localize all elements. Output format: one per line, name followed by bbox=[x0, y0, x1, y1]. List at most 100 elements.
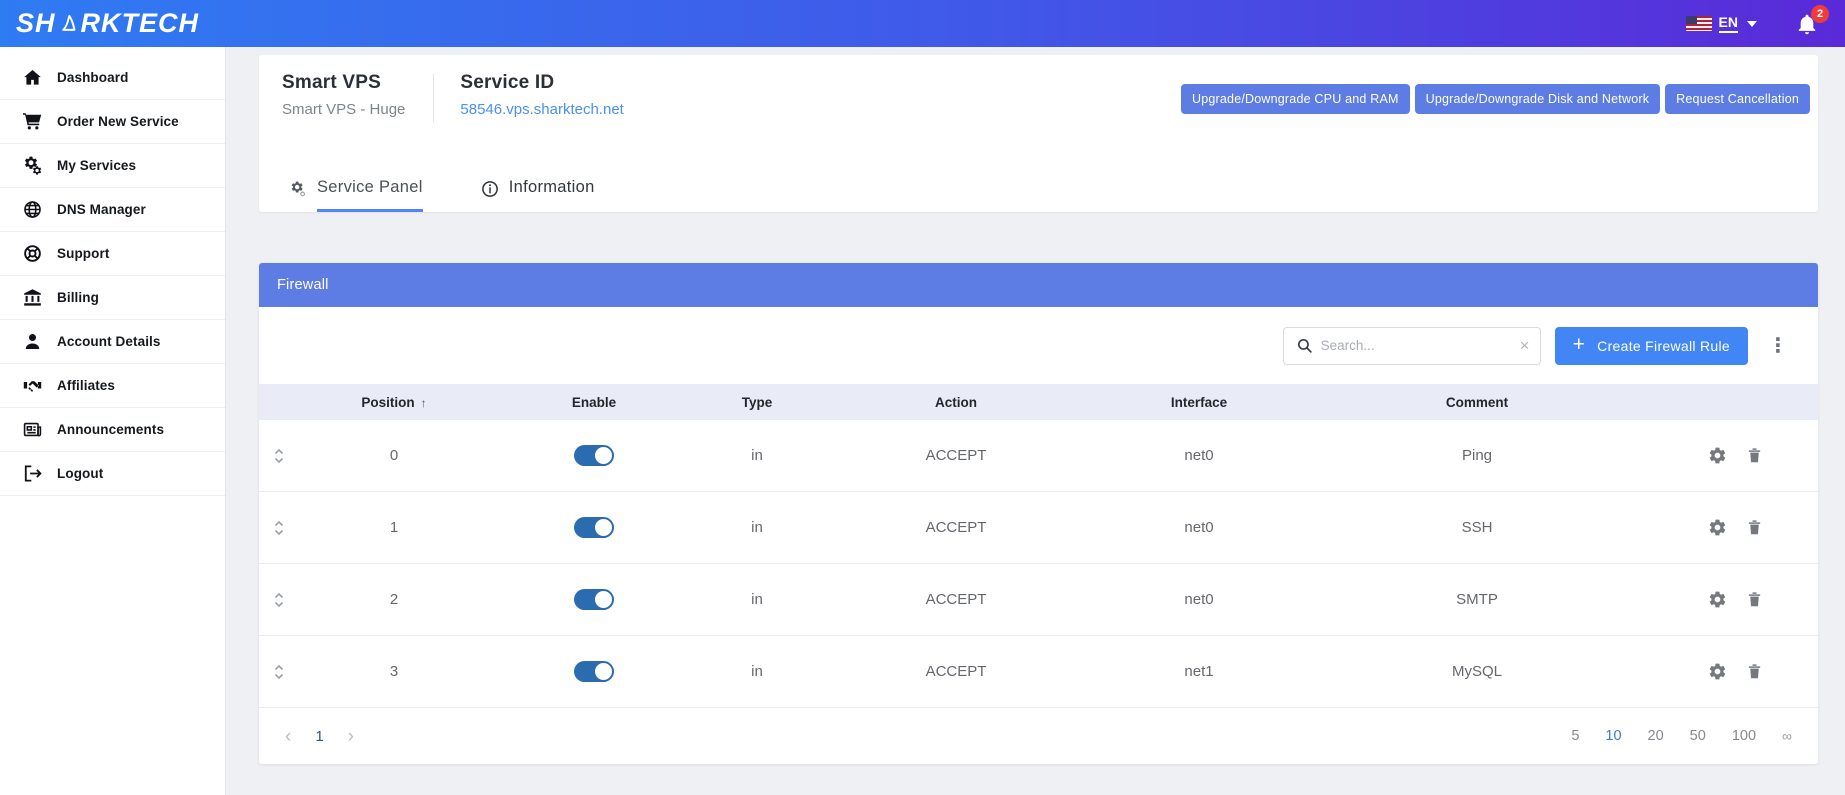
page-size-50[interactable]: 50 bbox=[1690, 728, 1706, 744]
cell-action: ACCEPT bbox=[815, 447, 1097, 464]
notifications-button[interactable]: 2 bbox=[1795, 12, 1819, 36]
logo-text-suffix: RKTECH bbox=[81, 8, 200, 39]
cell-comment: Ping bbox=[1301, 447, 1653, 464]
edit-rule-button[interactable] bbox=[1708, 446, 1727, 465]
column-action[interactable]: Action bbox=[815, 395, 1097, 410]
cell-comment: SMTP bbox=[1301, 591, 1653, 608]
sidebar-item-announcements[interactable]: Announcements bbox=[0, 408, 225, 452]
request-cancellation-button[interactable]: Request Cancellation bbox=[1665, 84, 1810, 114]
enable-toggle[interactable] bbox=[574, 517, 614, 538]
edit-rule-button[interactable] bbox=[1708, 662, 1727, 681]
sidebar-item-billing[interactable]: Billing bbox=[0, 276, 225, 320]
tab-information[interactable]: Information bbox=[481, 178, 595, 212]
sign-out-icon bbox=[23, 464, 42, 483]
tab-bar: Service Panel Information bbox=[290, 178, 595, 212]
enable-toggle[interactable] bbox=[574, 445, 614, 466]
trash-icon bbox=[1746, 446, 1763, 465]
us-flag-icon bbox=[1686, 16, 1712, 31]
table-row: 3 in ACCEPT net1 MySQL bbox=[259, 636, 1818, 708]
table-row: 0 in ACCEPT net0 Ping bbox=[259, 420, 1818, 492]
drag-handle[interactable] bbox=[259, 448, 299, 464]
sidebar-item-dashboard[interactable]: Dashboard bbox=[0, 56, 225, 100]
sidebar: Dashboard Order New Service My Services … bbox=[0, 47, 226, 795]
service-id-link[interactable]: 58546.vps.sharktech.net bbox=[460, 101, 623, 118]
enable-toggle[interactable] bbox=[574, 661, 614, 682]
tab-service-panel[interactable]: Service Panel bbox=[290, 178, 423, 212]
cell-position: 0 bbox=[299, 447, 489, 464]
next-page-icon[interactable]: › bbox=[348, 727, 354, 746]
gear-icon bbox=[1708, 518, 1727, 537]
firewall-toolbar: × + Create Firewall Rule ⋮ bbox=[259, 307, 1818, 384]
edit-rule-button[interactable] bbox=[1708, 590, 1727, 609]
trash-icon bbox=[1746, 662, 1763, 681]
cell-type: in bbox=[699, 591, 815, 608]
search-input[interactable] bbox=[1321, 338, 1512, 353]
show-all-icon[interactable]: ∞ bbox=[1782, 728, 1792, 744]
cell-action: ACCEPT bbox=[815, 591, 1097, 608]
sidebar-item-affiliates[interactable]: Affiliates bbox=[0, 364, 225, 408]
newspaper-icon bbox=[23, 420, 42, 439]
pagination: ‹ 1 › 5 10 20 50 100 ∞ bbox=[259, 708, 1818, 764]
info-icon bbox=[481, 180, 499, 210]
sidebar-item-logout[interactable]: Logout bbox=[0, 452, 225, 496]
more-options-icon[interactable]: ⋮ bbox=[1762, 333, 1794, 358]
drag-handle[interactable] bbox=[259, 520, 299, 536]
upgrade-disk-network-button[interactable]: Upgrade/Downgrade Disk and Network bbox=[1415, 84, 1661, 114]
delete-rule-button[interactable] bbox=[1746, 446, 1763, 465]
gear-icon bbox=[1708, 590, 1727, 609]
drag-handle[interactable] bbox=[259, 664, 299, 680]
sidebar-item-my-services[interactable]: My Services bbox=[0, 144, 225, 188]
cell-interface: net1 bbox=[1097, 663, 1301, 680]
firewall-panel: Firewall × + Create Firewall Rule ⋮ Posi… bbox=[259, 263, 1818, 764]
enable-toggle-cell bbox=[489, 589, 699, 610]
column-type[interactable]: Type bbox=[699, 395, 815, 410]
page-size-100[interactable]: 100 bbox=[1732, 728, 1756, 744]
main-content: Smart VPS Smart VPS - Huge Service ID 58… bbox=[226, 47, 1845, 795]
sharktech-logo: SH RKTECH bbox=[16, 8, 199, 39]
page-size-10[interactable]: 10 bbox=[1605, 728, 1621, 744]
clear-search-icon[interactable]: × bbox=[1520, 337, 1530, 354]
sidebar-item-support[interactable]: Support bbox=[0, 232, 225, 276]
sidebar-item-dns-manager[interactable]: DNS Manager bbox=[0, 188, 225, 232]
bank-icon bbox=[23, 288, 42, 307]
plan-block: Smart VPS Smart VPS - Huge bbox=[282, 72, 433, 118]
sidebar-item-account-details[interactable]: Account Details bbox=[0, 320, 225, 364]
language-code: EN bbox=[1719, 14, 1738, 33]
service-header-card: Smart VPS Smart VPS - Huge Service ID 58… bbox=[259, 55, 1818, 212]
sidebar-item-order-new-service[interactable]: Order New Service bbox=[0, 100, 225, 144]
column-interface[interactable]: Interface bbox=[1097, 395, 1301, 410]
current-page[interactable]: 1 bbox=[315, 728, 323, 745]
home-icon bbox=[23, 68, 42, 87]
page-size-5[interactable]: 5 bbox=[1571, 728, 1579, 744]
column-position[interactable]: Position↑ bbox=[299, 395, 489, 410]
gear-icon bbox=[1708, 662, 1727, 681]
globe-icon bbox=[23, 200, 42, 219]
page-size-20[interactable]: 20 bbox=[1648, 728, 1664, 744]
column-comment[interactable]: Comment bbox=[1301, 395, 1653, 410]
delete-rule-button[interactable] bbox=[1746, 662, 1763, 681]
cell-type: in bbox=[699, 447, 815, 464]
cell-action: ACCEPT bbox=[815, 519, 1097, 536]
user-icon bbox=[23, 332, 42, 351]
delete-rule-button[interactable] bbox=[1746, 518, 1763, 537]
previous-page-icon[interactable]: ‹ bbox=[285, 727, 291, 746]
search-box: × bbox=[1283, 327, 1541, 365]
edit-rule-button[interactable] bbox=[1708, 518, 1727, 537]
create-firewall-rule-button[interactable]: + Create Firewall Rule bbox=[1555, 327, 1748, 365]
drag-handle[interactable] bbox=[259, 592, 299, 608]
delete-rule-button[interactable] bbox=[1746, 590, 1763, 609]
chevron-down-icon bbox=[1747, 21, 1757, 27]
trash-icon bbox=[1746, 590, 1763, 609]
enable-toggle[interactable] bbox=[574, 589, 614, 610]
cell-position: 3 bbox=[299, 663, 489, 680]
column-enable[interactable]: Enable bbox=[489, 395, 699, 410]
cell-interface: net0 bbox=[1097, 519, 1301, 536]
service-id-block: Service ID 58546.vps.sharktech.net bbox=[460, 72, 651, 118]
table-row: 1 in ACCEPT net0 SSH bbox=[259, 492, 1818, 564]
language-selector[interactable]: EN bbox=[1686, 14, 1757, 33]
plan-title: Smart VPS bbox=[282, 72, 405, 94]
handshake-icon bbox=[23, 376, 42, 395]
enable-toggle-cell bbox=[489, 517, 699, 538]
upgrade-cpu-ram-button[interactable]: Upgrade/Downgrade CPU and RAM bbox=[1181, 84, 1410, 114]
service-id-label: Service ID bbox=[460, 72, 623, 94]
